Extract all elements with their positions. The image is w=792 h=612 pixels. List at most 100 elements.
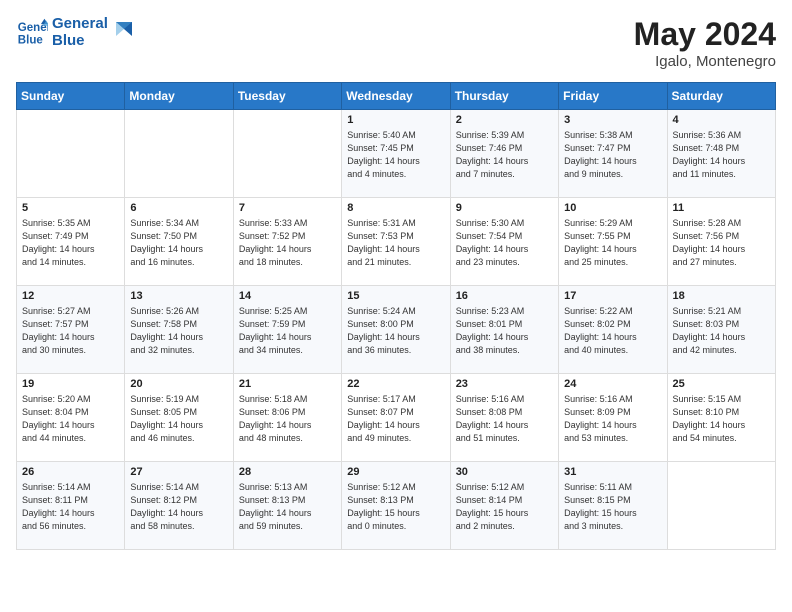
header-row: SundayMondayTuesdayWednesdayThursdayFrid… bbox=[17, 83, 776, 110]
day-info: Sunrise: 5:28 AM Sunset: 7:56 PM Dayligh… bbox=[673, 217, 770, 269]
header-saturday: Saturday bbox=[667, 83, 775, 110]
title-block: May 2024 Igalo, Montenegro bbox=[634, 16, 776, 70]
day-info: Sunrise: 5:22 AM Sunset: 8:02 PM Dayligh… bbox=[564, 305, 661, 357]
day-cell bbox=[125, 110, 233, 198]
day-cell bbox=[667, 462, 775, 550]
week-row-3: 12Sunrise: 5:27 AM Sunset: 7:57 PM Dayli… bbox=[17, 286, 776, 374]
logo: General Blue General Blue bbox=[16, 16, 136, 49]
day-info: Sunrise: 5:40 AM Sunset: 7:45 PM Dayligh… bbox=[347, 129, 444, 181]
day-info: Sunrise: 5:21 AM Sunset: 8:03 PM Dayligh… bbox=[673, 305, 770, 357]
day-cell: 10 Sunrise: 5:29 AM Sunset: 7:55 PM Dayli… bbox=[559, 198, 667, 286]
day-cell: 3 Sunrise: 5:38 AM Sunset: 7:47 PM Daylig… bbox=[559, 110, 667, 198]
day-info: Sunrise: 5:34 AM Sunset: 7:50 PM Dayligh… bbox=[130, 217, 227, 269]
day-info: Sunrise: 5:17 AM Sunset: 8:07 PM Dayligh… bbox=[347, 393, 444, 445]
week-row-5: 26 Sunrise: 5:14 AM Sunset: 8:11 PM Dayli… bbox=[17, 462, 776, 550]
day-cell: 31Sunrise: 5:11 AM Sunset: 8:15 PM Dayli… bbox=[559, 462, 667, 550]
day-number: 7 bbox=[239, 202, 336, 214]
day-cell: 6 Sunrise: 5:34 AM Sunset: 7:50 PM Daylig… bbox=[125, 198, 233, 286]
day-info: Sunrise: 5:12 AM Sunset: 8:13 PM Dayligh… bbox=[347, 481, 444, 533]
header-monday: Monday bbox=[125, 83, 233, 110]
day-info: Sunrise: 5:26 AM Sunset: 7:58 PM Dayligh… bbox=[130, 305, 227, 357]
day-cell: 28 Sunrise: 5:13 AM Sunset: 8:13 PM Dayli… bbox=[233, 462, 341, 550]
day-info: Sunrise: 5:20 AM Sunset: 8:04 PM Dayligh… bbox=[22, 393, 119, 445]
day-cell: 7 Sunrise: 5:33 AM Sunset: 7:52 PM Daylig… bbox=[233, 198, 341, 286]
day-info: Sunrise: 5:29 AM Sunset: 7:55 PM Dayligh… bbox=[564, 217, 661, 269]
day-number: 9 bbox=[456, 202, 553, 214]
day-cell: 17 Sunrise: 5:22 AM Sunset: 8:02 PM Dayli… bbox=[559, 286, 667, 374]
svg-text:Blue: Blue bbox=[18, 34, 44, 46]
day-cell: 25 Sunrise: 5:15 AM Sunset: 8:10 PM Dayli… bbox=[667, 374, 775, 462]
day-cell: 30 Sunrise: 5:12 AM Sunset: 8:14 PM Dayli… bbox=[450, 462, 558, 550]
logo-flag-icon bbox=[114, 18, 136, 40]
day-info: Sunrise: 5:14 AM Sunset: 8:11 PM Dayligh… bbox=[22, 481, 119, 533]
day-number: 20 bbox=[130, 378, 227, 390]
day-info: Sunrise: 5:33 AM Sunset: 7:52 PM Dayligh… bbox=[239, 217, 336, 269]
day-number: 19 bbox=[22, 378, 119, 390]
day-info: Sunrise: 5:36 AM Sunset: 7:48 PM Dayligh… bbox=[673, 129, 770, 181]
day-number: 4 bbox=[673, 114, 770, 126]
day-cell bbox=[233, 110, 341, 198]
day-info: Sunrise: 5:12 AM Sunset: 8:14 PM Dayligh… bbox=[456, 481, 553, 533]
logo-line1: General bbox=[52, 16, 108, 33]
day-info: Sunrise: 5:13 AM Sunset: 8:13 PM Dayligh… bbox=[239, 481, 336, 533]
calendar-body: 1 Sunrise: 5:40 AM Sunset: 7:45 PM Daylig… bbox=[17, 110, 776, 550]
month-title: May 2024 bbox=[634, 16, 776, 53]
header-sunday: Sunday bbox=[17, 83, 125, 110]
day-cell: 26 Sunrise: 5:14 AM Sunset: 8:11 PM Dayli… bbox=[17, 462, 125, 550]
day-number: 1 bbox=[347, 114, 444, 126]
day-cell: 11 Sunrise: 5:28 AM Sunset: 7:56 PM Dayli… bbox=[667, 198, 775, 286]
day-cell: 8Sunrise: 5:31 AM Sunset: 7:53 PM Daylig… bbox=[342, 198, 450, 286]
day-cell: 1 Sunrise: 5:40 AM Sunset: 7:45 PM Daylig… bbox=[342, 110, 450, 198]
day-number: 25 bbox=[673, 378, 770, 390]
day-info: Sunrise: 5:35 AM Sunset: 7:49 PM Dayligh… bbox=[22, 217, 119, 269]
week-row-1: 1 Sunrise: 5:40 AM Sunset: 7:45 PM Daylig… bbox=[17, 110, 776, 198]
day-cell: 9Sunrise: 5:30 AM Sunset: 7:54 PM Daylig… bbox=[450, 198, 558, 286]
calendar-table: SundayMondayTuesdayWednesdayThursdayFrid… bbox=[16, 82, 776, 550]
header-thursday: Thursday bbox=[450, 83, 558, 110]
day-cell: 27 Sunrise: 5:14 AM Sunset: 8:12 PM Dayli… bbox=[125, 462, 233, 550]
day-number: 27 bbox=[130, 466, 227, 478]
day-number: 10 bbox=[564, 202, 661, 214]
day-info: Sunrise: 5:16 AM Sunset: 8:08 PM Dayligh… bbox=[456, 393, 553, 445]
day-number: 21 bbox=[239, 378, 336, 390]
day-number: 17 bbox=[564, 290, 661, 302]
day-cell: 21Sunrise: 5:18 AM Sunset: 8:06 PM Dayli… bbox=[233, 374, 341, 462]
day-number: 24 bbox=[564, 378, 661, 390]
day-number: 29 bbox=[347, 466, 444, 478]
day-cell: 16 Sunrise: 5:23 AM Sunset: 8:01 PM Dayli… bbox=[450, 286, 558, 374]
header-tuesday: Tuesday bbox=[233, 83, 341, 110]
day-number: 18 bbox=[673, 290, 770, 302]
day-cell: 12Sunrise: 5:27 AM Sunset: 7:57 PM Dayli… bbox=[17, 286, 125, 374]
header-friday: Friday bbox=[559, 83, 667, 110]
day-number: 14 bbox=[239, 290, 336, 302]
day-number: 30 bbox=[456, 466, 553, 478]
day-number: 26 bbox=[22, 466, 119, 478]
day-cell: 18 Sunrise: 5:21 AM Sunset: 8:03 PM Dayli… bbox=[667, 286, 775, 374]
day-info: Sunrise: 5:38 AM Sunset: 7:47 PM Dayligh… bbox=[564, 129, 661, 181]
day-info: Sunrise: 5:25 AM Sunset: 7:59 PM Dayligh… bbox=[239, 305, 336, 357]
day-number: 15 bbox=[347, 290, 444, 302]
day-info: Sunrise: 5:14 AM Sunset: 8:12 PM Dayligh… bbox=[130, 481, 227, 533]
week-row-4: 19 Sunrise: 5:20 AM Sunset: 8:04 PM Dayli… bbox=[17, 374, 776, 462]
day-info: Sunrise: 5:23 AM Sunset: 8:01 PM Dayligh… bbox=[456, 305, 553, 357]
day-cell: 23Sunrise: 5:16 AM Sunset: 8:08 PM Dayli… bbox=[450, 374, 558, 462]
day-cell: 2Sunrise: 5:39 AM Sunset: 7:46 PM Daylig… bbox=[450, 110, 558, 198]
day-cell: 15Sunrise: 5:24 AM Sunset: 8:00 PM Dayli… bbox=[342, 286, 450, 374]
day-number: 16 bbox=[456, 290, 553, 302]
calendar-header: SundayMondayTuesdayWednesdayThursdayFrid… bbox=[17, 83, 776, 110]
day-number: 3 bbox=[564, 114, 661, 126]
logo-line2: Blue bbox=[52, 33, 108, 50]
day-number: 28 bbox=[239, 466, 336, 478]
day-number: 6 bbox=[130, 202, 227, 214]
day-info: Sunrise: 5:15 AM Sunset: 8:10 PM Dayligh… bbox=[673, 393, 770, 445]
day-info: Sunrise: 5:16 AM Sunset: 8:09 PM Dayligh… bbox=[564, 393, 661, 445]
day-cell: 22Sunrise: 5:17 AM Sunset: 8:07 PM Dayli… bbox=[342, 374, 450, 462]
day-info: Sunrise: 5:27 AM Sunset: 7:57 PM Dayligh… bbox=[22, 305, 119, 357]
day-number: 11 bbox=[673, 202, 770, 214]
page-header: General Blue General Blue May 2024 Igalo… bbox=[16, 16, 776, 70]
day-cell: 19 Sunrise: 5:20 AM Sunset: 8:04 PM Dayli… bbox=[17, 374, 125, 462]
day-cell: 4 Sunrise: 5:36 AM Sunset: 7:48 PM Daylig… bbox=[667, 110, 775, 198]
day-cell: 29 Sunrise: 5:12 AM Sunset: 8:13 PM Dayli… bbox=[342, 462, 450, 550]
day-number: 8 bbox=[347, 202, 444, 214]
day-cell: 24 Sunrise: 5:16 AM Sunset: 8:09 PM Dayli… bbox=[559, 374, 667, 462]
